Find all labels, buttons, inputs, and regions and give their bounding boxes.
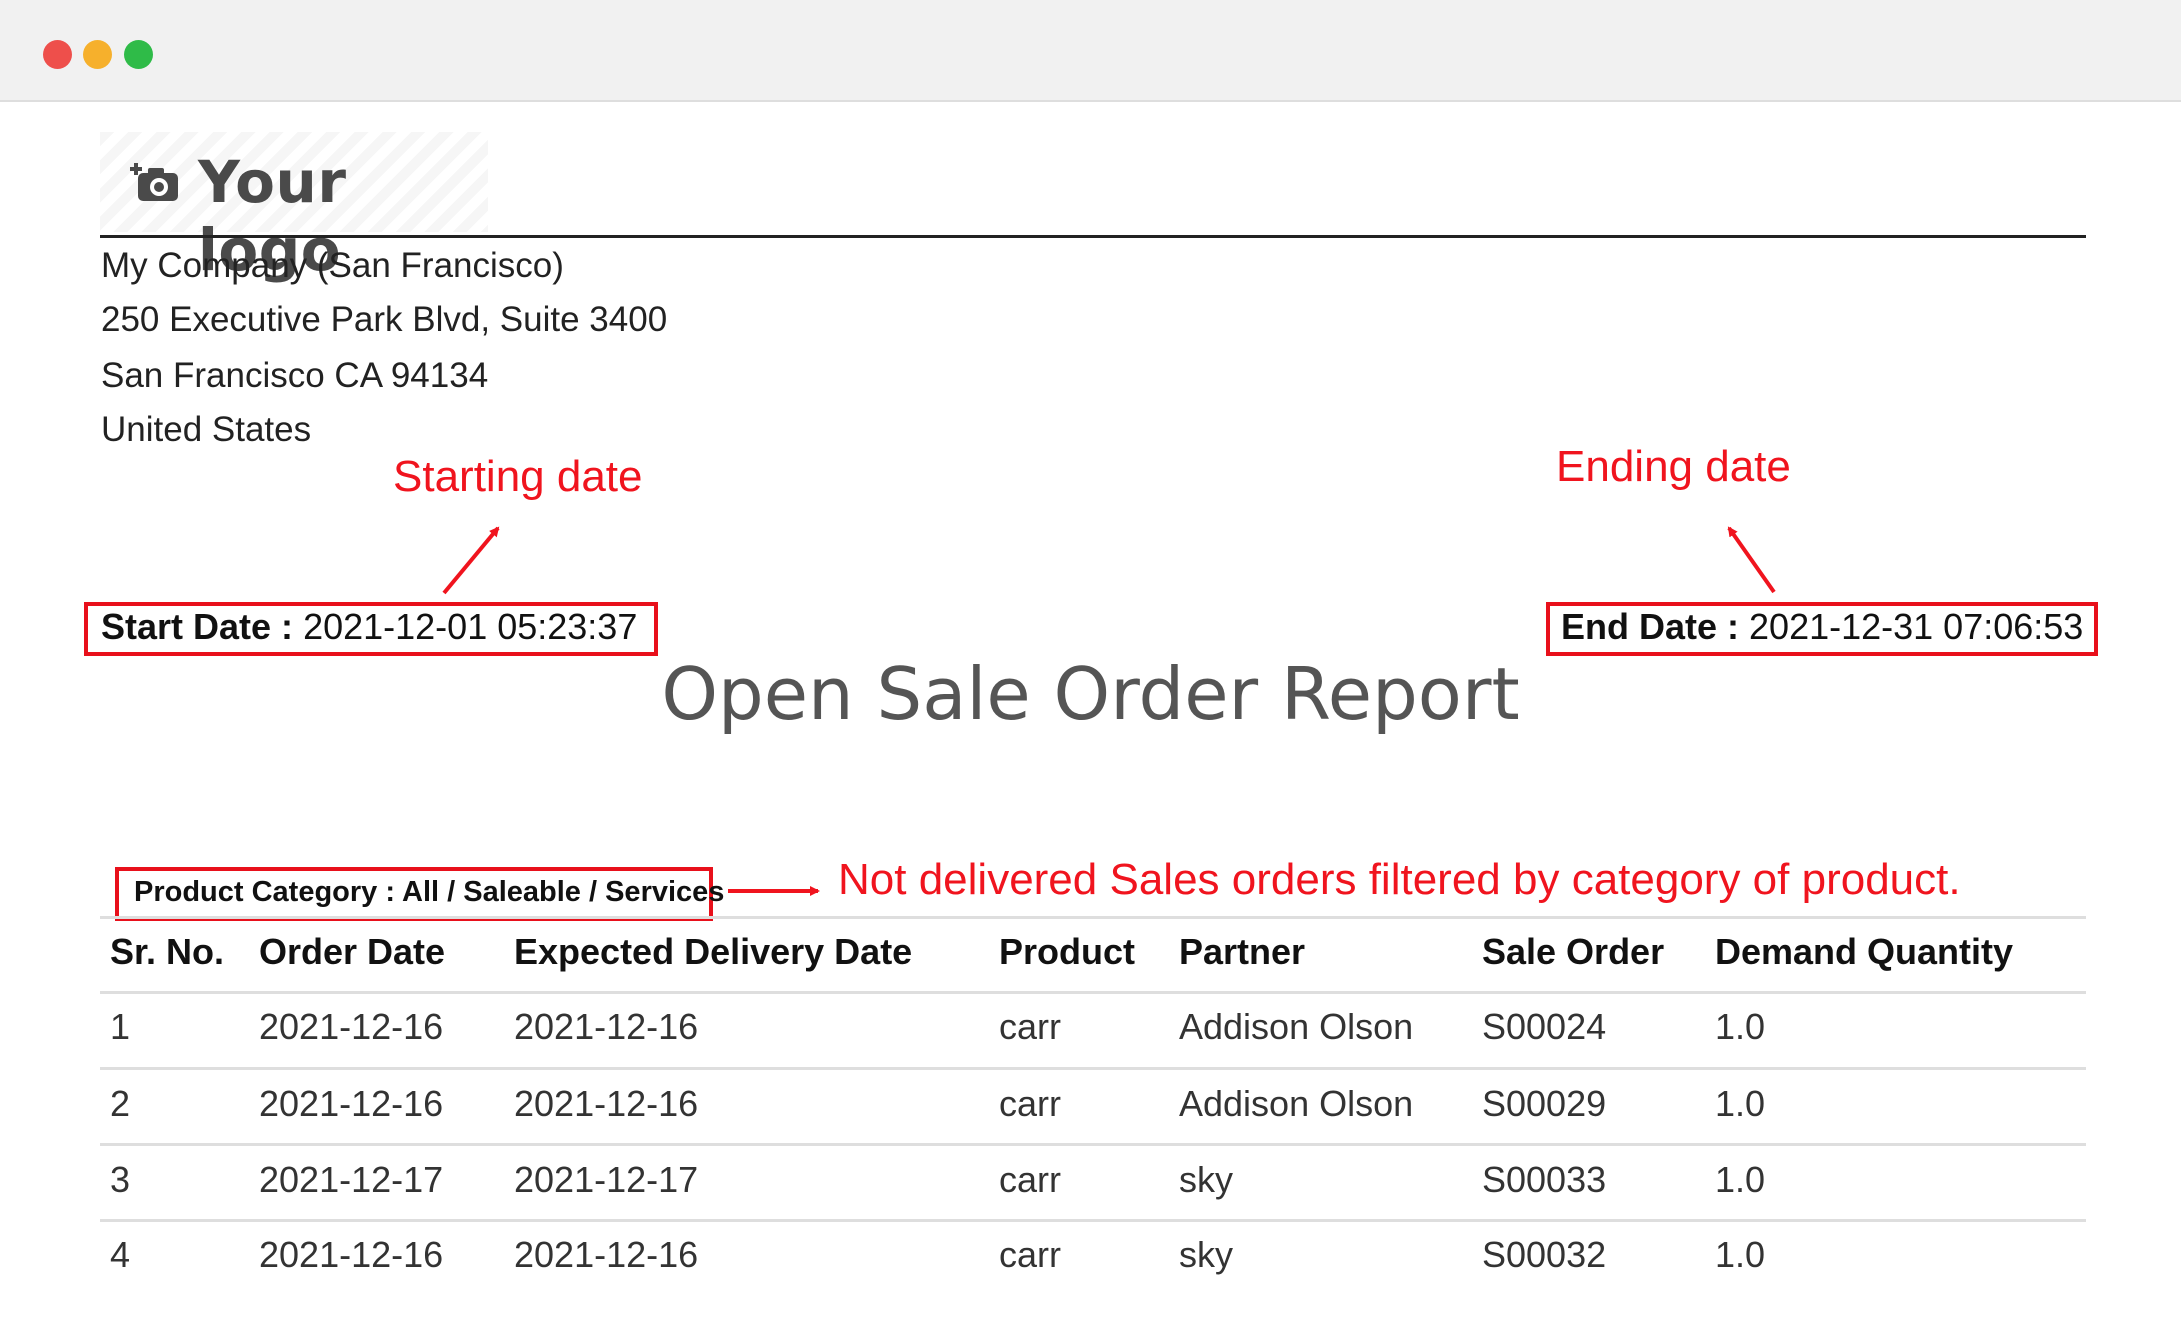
table-cell: sky: [1179, 1234, 1233, 1275]
table-cell: Addison Olson: [1179, 1006, 1414, 1047]
row-divider: [100, 1067, 2086, 1070]
table-cell: sky: [1179, 1159, 1233, 1200]
table-cell: S00033: [1482, 1159, 1607, 1200]
table-cell: 2021-12-16: [259, 1234, 444, 1275]
header-partner: Partner: [1179, 931, 1306, 972]
table-cell: 1.0: [1715, 1083, 1766, 1124]
table-top-border: [100, 916, 2086, 919]
table-cell: 1.0: [1715, 1159, 1766, 1200]
table-cell: 2: [110, 1083, 131, 1124]
table-cell: carr: [999, 1006, 1061, 1047]
table-cell: S00024: [1482, 1006, 1607, 1047]
table-cell: carr: [999, 1083, 1061, 1124]
table-cell: 1.0: [1715, 1006, 1766, 1047]
header-sale-order: Sale Order: [1482, 931, 1665, 972]
table-cell: 1.0: [1715, 1234, 1766, 1275]
header-product: Product: [999, 931, 1136, 972]
table-cell: S00032: [1482, 1234, 1607, 1275]
row-divider: [100, 1219, 2086, 1222]
table-cell: 2021-12-16: [259, 1006, 444, 1047]
header-expected-delivery-date: Expected Delivery Date: [514, 931, 913, 972]
table-cell: 2021-12-16: [514, 1006, 699, 1047]
start-arrow: [442, 526, 500, 595]
table-cell: S00029: [1482, 1083, 1607, 1124]
end-arrow: [1727, 526, 1776, 594]
table-cell: 2021-12-16: [514, 1234, 699, 1275]
table-cell: 3: [110, 1159, 131, 1200]
table-cell: 2021-12-16: [514, 1083, 699, 1124]
annotation-arrows: [442, 526, 1776, 896]
table-cell: 1: [110, 1006, 131, 1047]
table-cell: Addison Olson: [1179, 1083, 1414, 1124]
table-cell: 4: [110, 1234, 131, 1275]
row-divider: [100, 1143, 2086, 1146]
table-cell: carr: [999, 1234, 1061, 1275]
table-cell: 2021-12-17: [514, 1159, 699, 1200]
header-order-date: Order Date: [259, 931, 446, 972]
table-cell: 2021-12-16: [259, 1083, 444, 1124]
row-divider: [100, 991, 2086, 994]
header-demand-quantity: Demand Quantity: [1715, 931, 2014, 972]
header-sr-no: Sr. No.: [110, 931, 225, 972]
table-cell: carr: [999, 1159, 1061, 1200]
table-cell: 2021-12-17: [259, 1159, 444, 1200]
